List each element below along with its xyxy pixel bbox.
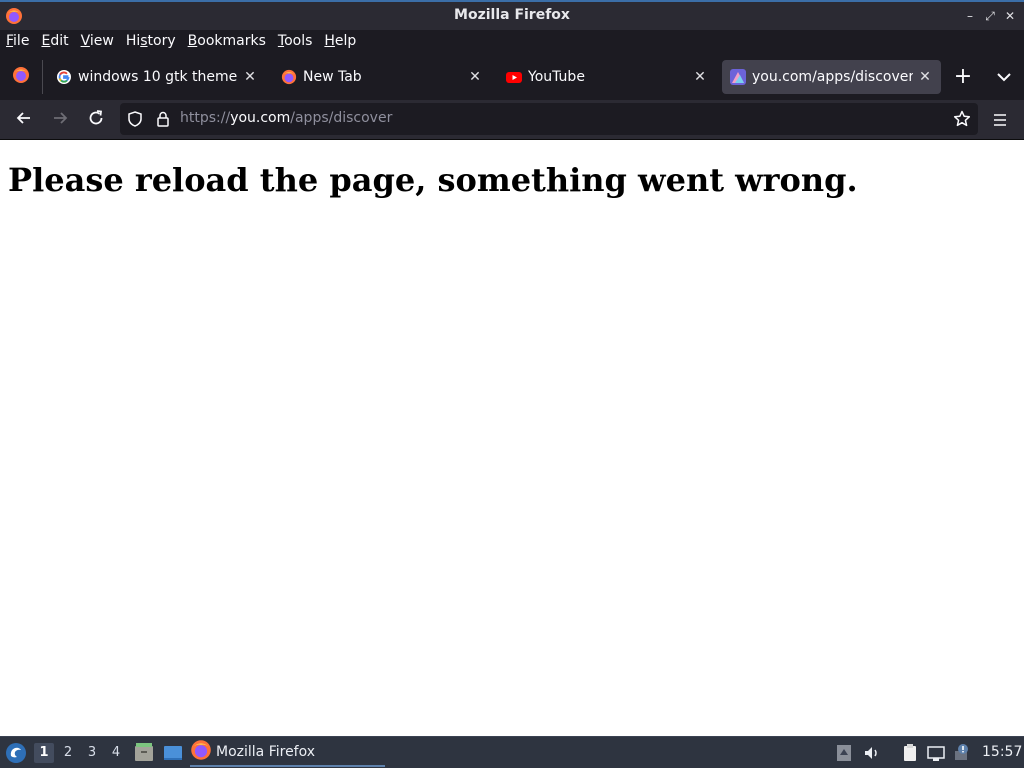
update-notifier-icon[interactable] (952, 743, 972, 763)
tab-label: New Tab (303, 69, 362, 85)
workspace-1[interactable]: 1 (34, 743, 54, 763)
menu-bookmarks-mnemonic: B (187, 33, 198, 49)
window-titlebar: Mozilla Firefox – ⤢ ✕ (0, 0, 1024, 30)
start-menu-icon[interactable] (4, 741, 28, 765)
close-window-button[interactable]: ✕ (1002, 8, 1018, 24)
taskbar-firefox-task[interactable]: Mozilla Firefox (190, 739, 385, 767)
hamburger-menu-icon (988, 114, 1012, 136)
url-path: /apps/discover (290, 110, 393, 126)
task-label: Mozilla Firefox (216, 744, 316, 760)
tab-label: windows 10 gtk theme - (78, 69, 238, 85)
google-icon (56, 69, 72, 85)
menu-file-label: ile (13, 33, 30, 49)
bookmark-star-icon[interactable] (952, 109, 972, 129)
tab-you-com-discover[interactable]: you.com/apps/discover ✕ (722, 60, 941, 94)
menu-view[interactable]: View (75, 30, 120, 54)
menu-bar: File Edit View History Bookmarks Tools H… (0, 30, 1024, 54)
menu-bookmarks-label: ookmarks (197, 33, 266, 49)
tab-close-button[interactable]: ✕ (238, 65, 262, 89)
menu-history-mnemonic: s (140, 33, 148, 49)
menu-help[interactable]: Help (318, 30, 362, 54)
menu-view-mnemonic: V (80, 33, 90, 49)
clock: 15:57 (982, 744, 1023, 760)
workspace-2[interactable]: 2 (58, 743, 78, 763)
firefox-view-icon (12, 66, 30, 88)
tab-close-button[interactable]: ✕ (913, 65, 937, 89)
url-domain: you.com (230, 110, 291, 126)
file-manager-icon[interactable] (133, 742, 155, 764)
menu-edit-label: dit (50, 33, 69, 49)
back-button[interactable] (10, 106, 38, 134)
url-text[interactable]: https://you.com/apps/discover (180, 110, 392, 126)
menu-help-label: elp (334, 33, 357, 49)
youtube-icon (506, 69, 522, 85)
lock-icon[interactable] (154, 110, 172, 128)
firefox-icon (281, 69, 297, 85)
menu-history[interactable]: History (120, 30, 182, 54)
menu-history-label: tory (147, 33, 176, 49)
menu-help-mnemonic: H (324, 33, 335, 49)
menu-file-mnemonic: F (6, 33, 14, 49)
tab-google-search[interactable]: windows 10 gtk theme - ✕ (48, 60, 266, 94)
error-heading: Please reload the page, something went w… (8, 161, 858, 199)
tracking-protection-shield-icon[interactable] (126, 110, 144, 128)
tray-up-arrow-icon[interactable] (834, 743, 854, 763)
app-menu-button[interactable] (988, 108, 1012, 132)
restore-button[interactable]: ⤢ (982, 8, 998, 24)
workspace-4[interactable]: 4 (106, 743, 126, 763)
volume-icon[interactable] (862, 743, 882, 763)
firefox-view-button[interactable] (6, 62, 36, 92)
reload-button[interactable] (82, 106, 110, 134)
menu-history-label-pre: Hi (125, 33, 141, 49)
menu-bookmarks[interactable]: Bookmarks (182, 30, 272, 54)
forward-button[interactable] (46, 106, 74, 134)
desktop-icon[interactable] (162, 742, 184, 764)
menu-view-label: iew (89, 33, 114, 49)
tab-label: you.com/apps/discover (752, 69, 913, 85)
url-bar[interactable]: https://you.com/apps/discover (120, 103, 978, 135)
list-all-tabs-button[interactable] (992, 65, 1016, 89)
desktop-taskbar: 1 2 3 4 Mozilla Firefox 15:57 (0, 736, 1024, 768)
tab-label: YouTube (528, 69, 585, 85)
window-title: Mozilla Firefox (454, 7, 570, 23)
reload-icon (86, 108, 106, 132)
menu-edit-mnemonic: E (41, 33, 51, 49)
arrow-left-icon (14, 108, 34, 132)
minimize-button[interactable]: – (962, 8, 978, 24)
menu-tools-label: ools (284, 33, 313, 49)
tab-close-button[interactable]: ✕ (463, 65, 487, 89)
you-com-icon (730, 69, 746, 85)
menu-edit[interactable]: Edit (35, 30, 74, 54)
menu-file[interactable]: File (0, 30, 35, 54)
clipboard-icon[interactable] (900, 743, 920, 763)
page-content: Please reload the page, something went w… (0, 141, 1024, 736)
workspace-3[interactable]: 3 (82, 743, 102, 763)
tab-close-button[interactable]: ✕ (688, 65, 712, 89)
tab-strip: windows 10 gtk theme - ✕ New Tab ✕ YouTu… (0, 54, 1024, 100)
url-scheme: https:// (180, 110, 231, 126)
firefox-icon (190, 739, 212, 765)
new-tab-button[interactable]: + (950, 65, 976, 91)
tab-separator (42, 60, 43, 94)
tab-youtube[interactable]: YouTube ✕ (498, 60, 716, 94)
menu-tools[interactable]: Tools (272, 30, 319, 54)
network-icon[interactable] (926, 743, 946, 763)
chevron-down-icon (992, 73, 1016, 93)
tab-new-tab[interactable]: New Tab ✕ (273, 60, 491, 94)
navigation-toolbar: https://you.com/apps/discover (0, 100, 1024, 140)
arrow-right-icon (50, 108, 70, 132)
